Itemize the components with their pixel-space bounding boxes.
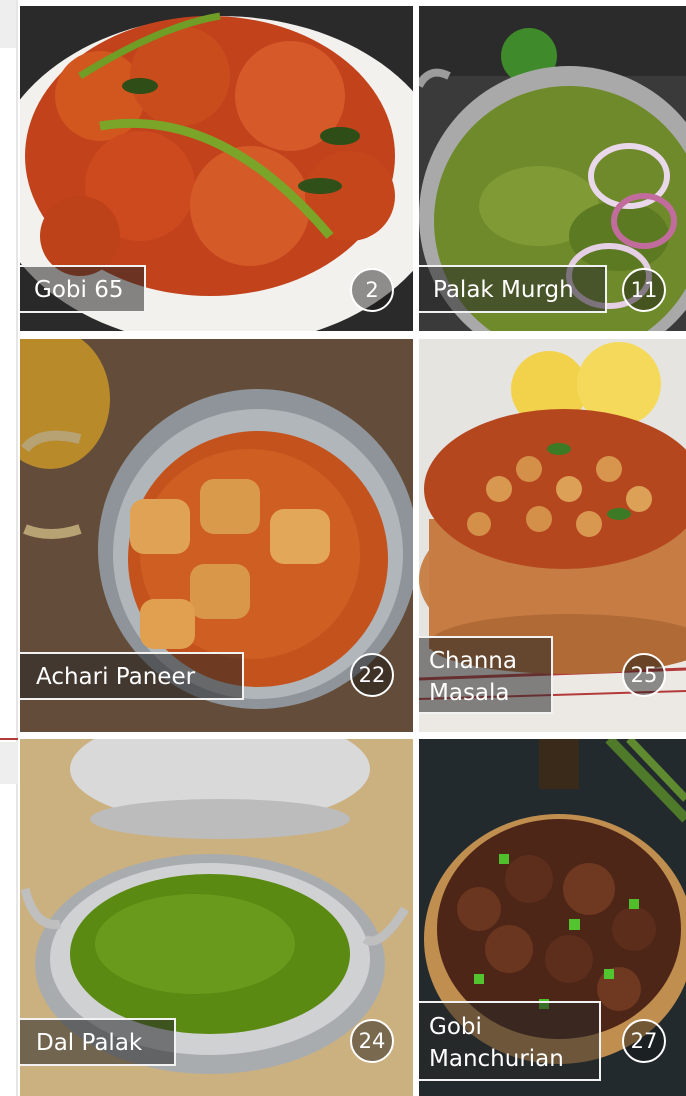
- recipe-tile-dal-palak[interactable]: Dal Palak 24: [20, 739, 413, 1096]
- background-page-edge: [0, 0, 18, 1096]
- recipe-name-label: Channa Masala: [419, 636, 553, 714]
- recipe-count-badge: 27: [622, 1019, 666, 1063]
- recipe-count-badge: 24: [350, 1019, 394, 1063]
- recipe-name-label: Palak Murgh: [419, 265, 607, 313]
- edge-accent: [0, 738, 18, 740]
- edge-strip: [0, 742, 18, 784]
- recipe-tile-achari-paneer[interactable]: Achari Paneer 22: [20, 339, 413, 732]
- recipe-tile-gobi-65[interactable]: Gobi 65 2: [20, 6, 413, 331]
- recipe-name-label: Dal Palak: [20, 1018, 176, 1066]
- recipe-tile-gobi-manchurian[interactable]: Gobi Manchurian 27: [419, 739, 686, 1096]
- recipe-name-label: Gobi Manchurian: [419, 1001, 601, 1081]
- edge-rule: [16, 0, 18, 1096]
- recipe-count-badge: 11: [622, 268, 666, 312]
- recipe-count-badge: 2: [350, 268, 394, 312]
- recipe-name-label: Achari Paneer: [20, 652, 244, 700]
- recipe-grid-page: Gobi 65 2 Palak Murgh 11 Achari Paneer 2…: [0, 0, 686, 1096]
- recipe-count-badge: 25: [622, 653, 666, 697]
- recipe-name-label: Gobi 65: [20, 265, 146, 313]
- recipe-count-badge: 22: [350, 653, 394, 697]
- recipe-tile-channa-masala[interactable]: Channa Masala 25: [419, 339, 686, 732]
- recipe-tile-palak-murgh[interactable]: Palak Murgh 11: [419, 6, 686, 331]
